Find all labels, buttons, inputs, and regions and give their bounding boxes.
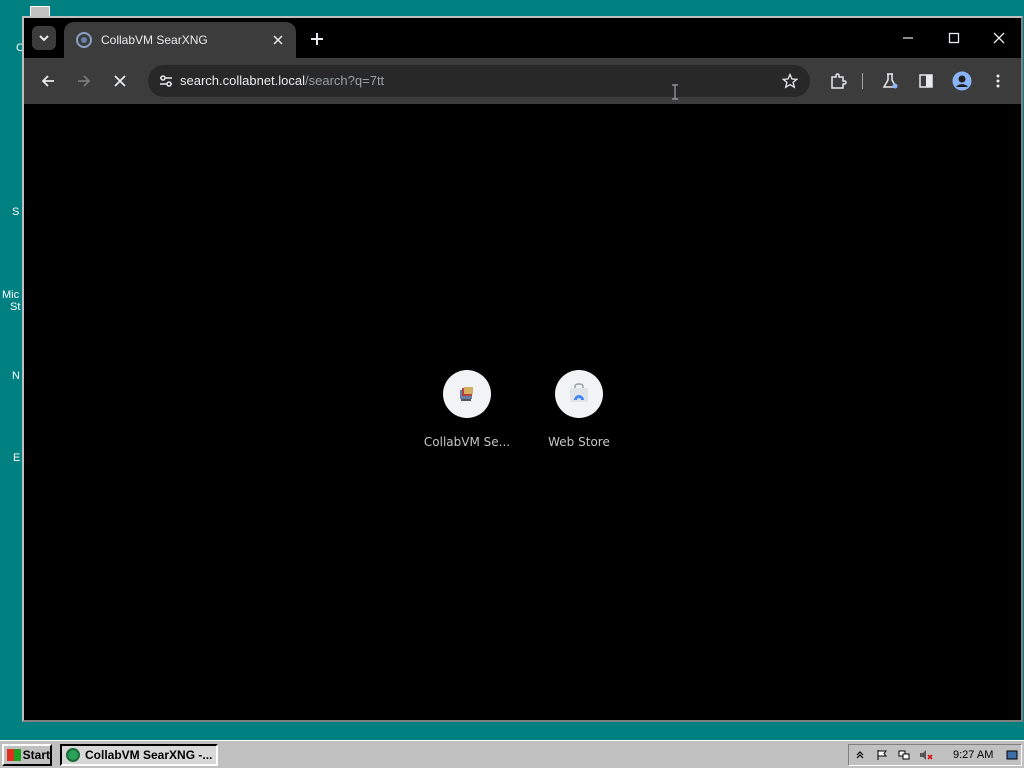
windows-logo-icon [7, 749, 21, 761]
side-panel-button[interactable] [912, 67, 940, 95]
labs-button[interactable] [876, 67, 904, 95]
network-icon[interactable] [897, 748, 911, 762]
desktop-icon-label[interactable]: N [12, 370, 20, 382]
address-bar[interactable]: search.collabnet.local/search?q=7tt [148, 65, 810, 97]
start-button[interactable]: Start [2, 744, 52, 766]
close-window-button[interactable] [985, 24, 1013, 52]
chevron-up-icon[interactable] [853, 748, 867, 762]
desktop-icon-label[interactable]: S [12, 206, 19, 218]
taskbar-item-browser[interactable]: CollabVM SearXNG -... [60, 744, 218, 766]
web-store-icon [570, 383, 588, 402]
chevron-down-icon [39, 35, 49, 42]
tune-icon [160, 75, 172, 87]
desktop-icon-label[interactable]: E [13, 452, 20, 464]
arrow-right-icon [78, 75, 91, 87]
browser-window: CollabVM SearXNG search.collabnet.local/… [22, 16, 1023, 722]
desktop-icon-label[interactable]: Mic [2, 289, 19, 301]
start-label: Start [22, 748, 50, 762]
shortcut-web-store[interactable]: Web Store [531, 370, 627, 449]
tab-search-button[interactable] [32, 26, 56, 50]
maximize-icon [948, 32, 960, 44]
menu-button[interactable] [984, 67, 1012, 95]
plus-icon [311, 33, 323, 45]
volume-muted-icon[interactable] [919, 748, 933, 762]
minimize-button[interactable] [894, 24, 922, 52]
shortcut-label: CollabVM Se... [423, 435, 511, 449]
back-button[interactable] [34, 67, 62, 95]
browser-icon [66, 748, 80, 762]
clock[interactable]: 9:27 AM [953, 749, 993, 761]
desktop-icon-label[interactable]: St [10, 301, 20, 313]
minimize-icon [903, 37, 913, 39]
url-host: search.collabnet.local [180, 73, 306, 88]
tab-close-button[interactable] [270, 32, 286, 48]
shortcut-icon-circle [555, 370, 603, 418]
taskbar: Start CollabVM SearXNG -... 9:27 AM [0, 740, 1024, 768]
taskbar-item-label: CollabVM SearXNG -... [85, 748, 213, 762]
browser-toolbar: search.collabnet.local/search?q=7tt [24, 58, 1021, 104]
flag-icon[interactable] [875, 748, 889, 762]
star-icon [782, 73, 798, 89]
toolbar-separator [862, 73, 863, 89]
extensions-button[interactable] [824, 67, 852, 95]
collabvm-icon [460, 387, 473, 401]
puzzle-icon [831, 73, 847, 89]
site-info-button[interactable] [156, 71, 176, 91]
flask-icon [882, 73, 898, 89]
tab-strip: CollabVM SearXNG [24, 18, 1021, 58]
searxng-favicon-icon [76, 32, 92, 48]
arrow-left-icon [41, 75, 54, 87]
profile-button[interactable] [948, 67, 976, 95]
tab-active[interactable]: CollabVM SearXNG [64, 22, 296, 58]
system-tray: 9:27 AM [848, 744, 1022, 766]
maximize-button[interactable] [940, 24, 968, 52]
side-panel-icon [919, 74, 933, 88]
stop-loading-button[interactable] [106, 67, 134, 95]
close-icon [273, 35, 283, 45]
avatar-icon [952, 71, 972, 91]
url-path: /search?q=7tt [305, 73, 385, 88]
close-icon [993, 32, 1005, 44]
shortcut-label: Web Store [548, 435, 610, 449]
text-cursor-icon [672, 84, 678, 100]
shortcut-collabvm[interactable]: CollabVM Se... [419, 370, 515, 449]
shortcut-icon-circle [443, 370, 491, 418]
show-desktop-icon[interactable] [1005, 748, 1019, 762]
close-icon [114, 75, 126, 87]
url-text[interactable]: search.collabnet.local/search?q=7tt [180, 73, 384, 88]
new-tab-button[interactable] [306, 28, 328, 50]
page-content: CollabVM Se... Web Store [24, 104, 1021, 720]
tab-title: CollabVM SearXNG [101, 33, 208, 47]
forward-button[interactable] [70, 67, 98, 95]
more-vertical-icon [996, 74, 1000, 88]
bookmark-button[interactable] [780, 71, 800, 91]
